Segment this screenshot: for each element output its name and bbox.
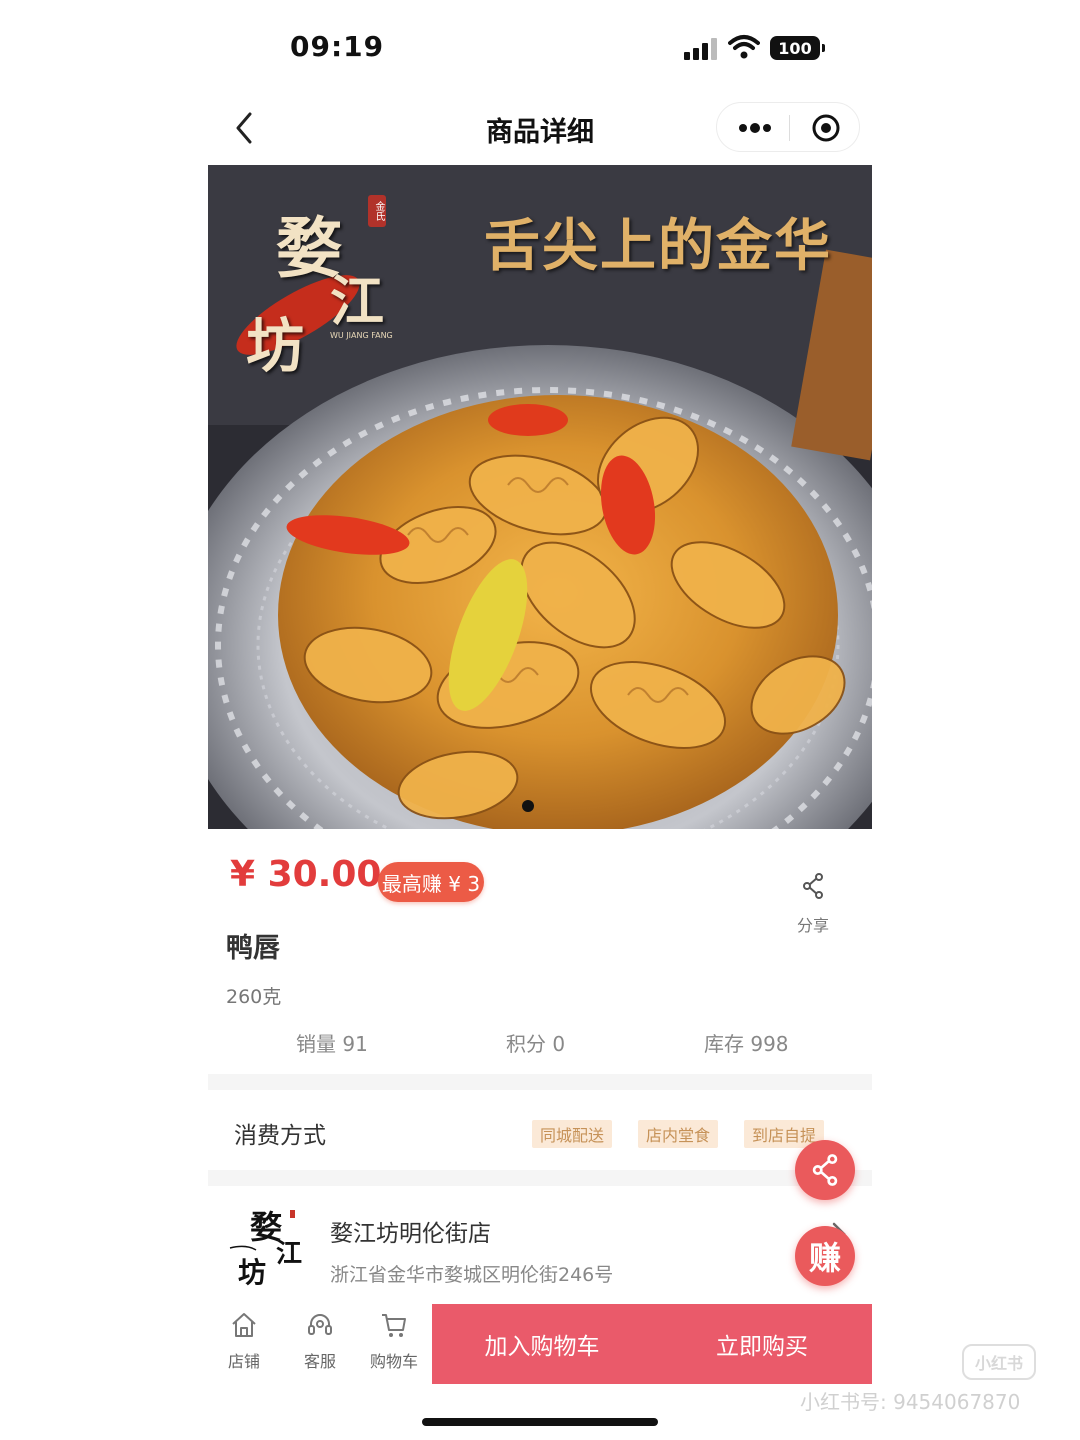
floating-share-button[interactable] xyxy=(795,1140,855,1200)
product-image[interactable]: 婺 江 坊 金氏 WU JIANG FANG 舌尖上的金华 xyxy=(208,165,872,829)
section-divider xyxy=(208,1074,872,1090)
share-label: 分享 xyxy=(796,916,829,935)
status-bar: 09:19 100 xyxy=(208,26,872,72)
buy-now-button[interactable]: 立即购买 xyxy=(652,1304,872,1384)
battery-indicator: 100 xyxy=(770,36,825,60)
sales-count: 销量 91 xyxy=(296,1032,368,1056)
store-name: 婺江坊明伦街店 xyxy=(330,1221,491,1247)
watermark-text: 小红书号: 9454067870 xyxy=(800,1390,1021,1414)
capsule-divider xyxy=(789,115,790,141)
nav-bar: 商品详细 xyxy=(208,96,872,160)
product-stats: 销量 91 积分 0 库存 998 xyxy=(230,1028,850,1058)
floating-earn-button[interactable]: 赚 xyxy=(795,1226,855,1286)
tab-cart[interactable]: 购物车 xyxy=(362,1304,426,1384)
tab-store[interactable]: 店铺 xyxy=(212,1304,276,1384)
logo-char-3: 坊 xyxy=(246,312,305,380)
section-divider xyxy=(208,1170,872,1186)
earn-badge: 最高赚 ¥ 3 xyxy=(378,862,484,902)
watermark-logo: 小红书 xyxy=(962,1344,1036,1380)
svg-text:坊: 坊 xyxy=(238,1256,266,1288)
store-logo: 婺 江 坊 xyxy=(229,1208,302,1288)
consumption-methods: 消费方式 同城配送 店内堂食 到店自提 xyxy=(208,1100,872,1166)
wifi-icon xyxy=(728,35,760,59)
logo-seal: 金氏 xyxy=(368,195,386,227)
share-button[interactable]: 分享 xyxy=(788,872,838,942)
signal-icon xyxy=(684,38,717,60)
carousel-indicator[interactable] xyxy=(522,800,534,812)
tab-label: 客服 xyxy=(303,1352,336,1371)
status-time: 09:19 xyxy=(290,30,385,63)
bottom-action-bar: 店铺 客服 购物车 加入购物车 立即购买 xyxy=(208,1304,872,1384)
store-info[interactable]: 婺 江 坊 婺江坊明伦街店 浙江省金华市婺城区明伦街246号 xyxy=(208,1190,872,1300)
svg-text:江: 江 xyxy=(276,1239,302,1269)
close-target-icon[interactable] xyxy=(811,113,841,143)
brand-logo: 婺 江 坊 金氏 WU JIANG FANG xyxy=(234,187,434,380)
home-indicator[interactable] xyxy=(422,1418,658,1426)
product-name: 鸭唇 xyxy=(226,933,280,964)
tab-label: 购物车 xyxy=(369,1352,418,1371)
tab-service[interactable]: 客服 xyxy=(288,1304,352,1384)
headset-icon xyxy=(308,1314,332,1335)
more-icon[interactable] xyxy=(735,117,775,139)
mini-program-capsule xyxy=(716,102,860,152)
back-arrow-icon[interactable] xyxy=(232,110,256,146)
consumption-title: 消费方式 xyxy=(234,1123,326,1149)
share-icon xyxy=(803,873,823,899)
home-icon xyxy=(232,1313,256,1337)
tab-label: 店铺 xyxy=(227,1352,260,1371)
points-count: 积分 0 xyxy=(506,1032,566,1056)
share-icon xyxy=(812,1154,838,1186)
cart-icon xyxy=(382,1314,406,1337)
option-delivery: 同城配送 xyxy=(532,1120,613,1148)
option-dine-in: 店内堂食 xyxy=(638,1120,719,1148)
stock-count: 库存 998 xyxy=(704,1032,789,1056)
store-address: 浙江省金华市婺城区明伦街246号 xyxy=(330,1264,614,1286)
logo-char-2: 江 xyxy=(330,269,384,333)
add-to-cart-button[interactable]: 加入购物车 xyxy=(432,1304,652,1384)
product-spec: 260克 xyxy=(226,986,282,1008)
product-price: ¥ 30.00 xyxy=(230,854,382,895)
purchase-actions: 加入购物车 立即购买 xyxy=(432,1304,872,1384)
logo-subtitle: WU JIANG FANG xyxy=(330,331,393,340)
hero-headline: 舌尖上的金华 xyxy=(484,213,832,279)
